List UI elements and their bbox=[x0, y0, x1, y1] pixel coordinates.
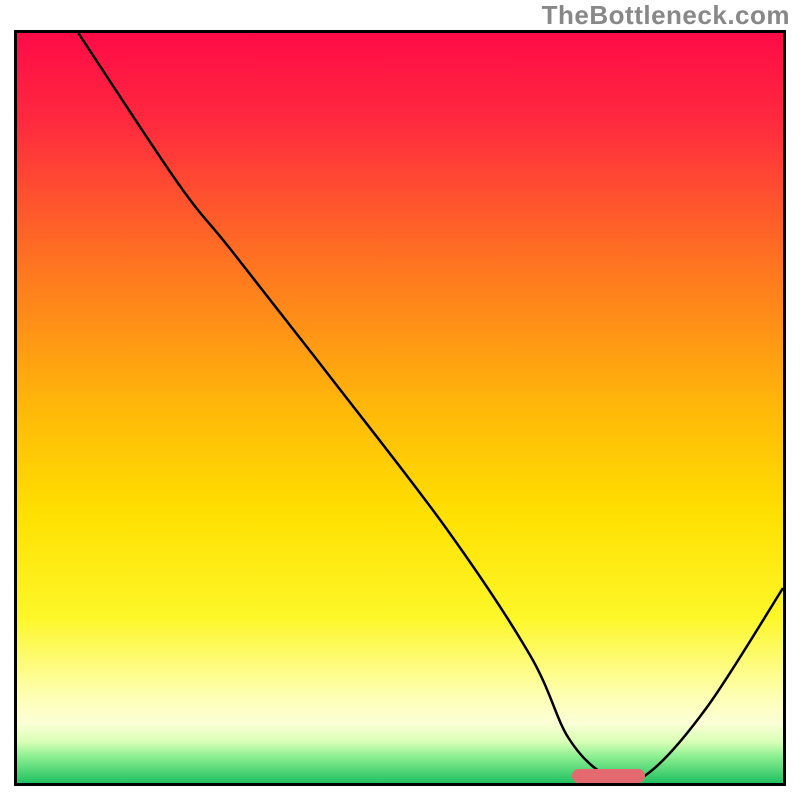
watermark-text: TheBottleneck.com bbox=[542, 0, 790, 31]
optimum-marker bbox=[572, 769, 645, 783]
bottleneck-curve bbox=[17, 33, 783, 783]
chart-area bbox=[14, 30, 786, 786]
